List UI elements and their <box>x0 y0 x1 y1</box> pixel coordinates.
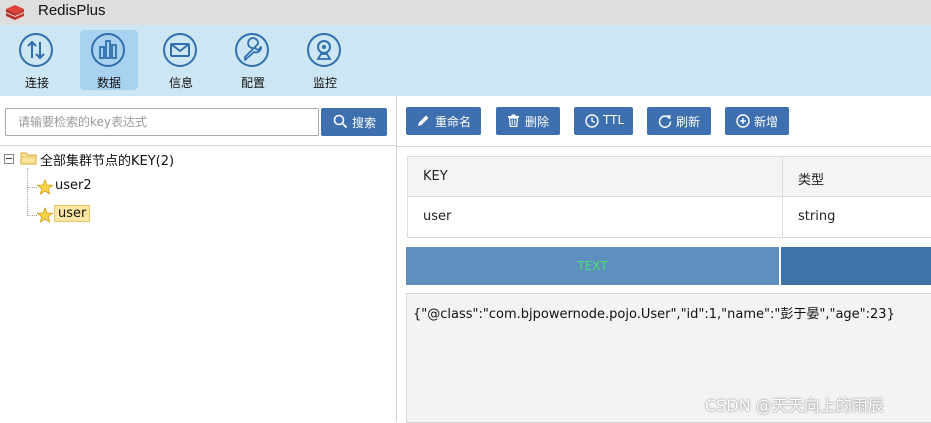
toolbar-config-button[interactable]: 配置 <box>224 30 282 90</box>
webcam-icon <box>307 33 341 67</box>
rename-button[interactable]: 重命名 <box>406 107 481 135</box>
add-button[interactable]: 新增 <box>725 107 789 135</box>
key-info-table: KEY 类型 user string <box>407 156 931 238</box>
toolbar-info-button[interactable]: 信息 <box>152 30 210 90</box>
search-box <box>5 108 319 136</box>
tree-item-label: user2 <box>55 178 92 193</box>
key-tree-panel: 搜索 全部集群节点的KEY(2) user2 user <box>0 96 397 421</box>
search-button-label: 搜索 <box>352 116 377 130</box>
title-bar: RedisPlus <box>0 0 931 25</box>
tree-connector <box>27 215 37 216</box>
search-button[interactable]: 搜索 <box>321 108 387 136</box>
delete-button[interactable]: 删除 <box>496 107 560 135</box>
trash-icon <box>508 114 519 127</box>
tab-other[interactable] <box>781 247 931 285</box>
folder-icon <box>20 152 37 165</box>
tree-connector <box>27 168 28 216</box>
tree-root-label: 全部集群节点的KEY(2) <box>40 154 175 169</box>
header-label: KEY <box>423 169 448 184</box>
toolbar-info-label: 信息 <box>168 76 193 90</box>
table-header-key: KEY <box>408 157 782 197</box>
toolbar-connect-label: 连接 <box>24 76 49 90</box>
wrench-icon <box>235 33 269 67</box>
toolbar-monitor-label: 监控 <box>312 76 337 90</box>
toolbar-monitor-button[interactable]: 监控 <box>296 30 354 90</box>
redis-logo-icon <box>6 5 24 20</box>
cell-value: user <box>423 209 452 224</box>
clock-icon <box>585 114 599 128</box>
watermark: CSDN @天天向上的雨辰 <box>705 396 884 415</box>
refresh-label: 刷新 <box>676 115 701 129</box>
main-toolbar: 连接 数据 信息 配置 监控 <box>0 25 931 96</box>
ttl-button[interactable]: TTL <box>574 107 633 135</box>
data-bars-icon <box>91 33 125 67</box>
add-label: 新增 <box>754 115 779 129</box>
header-label: 类型 <box>798 173 825 188</box>
column-divider <box>782 157 783 237</box>
value-content[interactable]: {"@class":"com.bjpowernode.pojo.User","i… <box>413 303 895 322</box>
table-cell-key: user <box>408 197 782 237</box>
mail-icon <box>163 33 197 67</box>
table-cell-type: string <box>783 197 931 237</box>
star-icon <box>37 207 53 223</box>
divider <box>397 146 931 147</box>
divider <box>0 145 396 146</box>
plus-circle-icon <box>736 114 750 128</box>
delete-label: 删除 <box>525 115 550 129</box>
toolbar-config-label: 配置 <box>240 76 265 90</box>
star-icon <box>37 179 53 195</box>
ttl-label: TTL <box>603 113 625 127</box>
app-title: RedisPlus <box>38 2 106 19</box>
search-icon <box>333 114 348 129</box>
key-detail-panel: 重命名 删除 TTL 刷新 新增 KEY 类型 user string TEXT… <box>397 96 931 423</box>
search-input[interactable] <box>16 109 315 135</box>
connection-arrows-icon <box>19 33 53 67</box>
rename-label: 重命名 <box>435 115 472 129</box>
toolbar-data-button[interactable]: 数据 <box>80 30 138 90</box>
tree-connector <box>27 187 37 188</box>
collapse-toggle-icon[interactable] <box>4 154 14 164</box>
cell-value: string <box>798 209 836 224</box>
tab-text[interactable]: TEXT <box>406 247 779 285</box>
value-view-tabs: TEXT <box>406 247 931 285</box>
pencil-icon <box>418 115 429 126</box>
table-header-type: 类型 <box>783 157 931 197</box>
refresh-icon <box>658 115 672 128</box>
toolbar-data-label: 数据 <box>96 76 121 90</box>
tree-item-label: user <box>54 205 91 222</box>
refresh-button[interactable]: 刷新 <box>647 107 711 135</box>
toolbar-connect-button[interactable]: 连接 <box>8 30 66 90</box>
